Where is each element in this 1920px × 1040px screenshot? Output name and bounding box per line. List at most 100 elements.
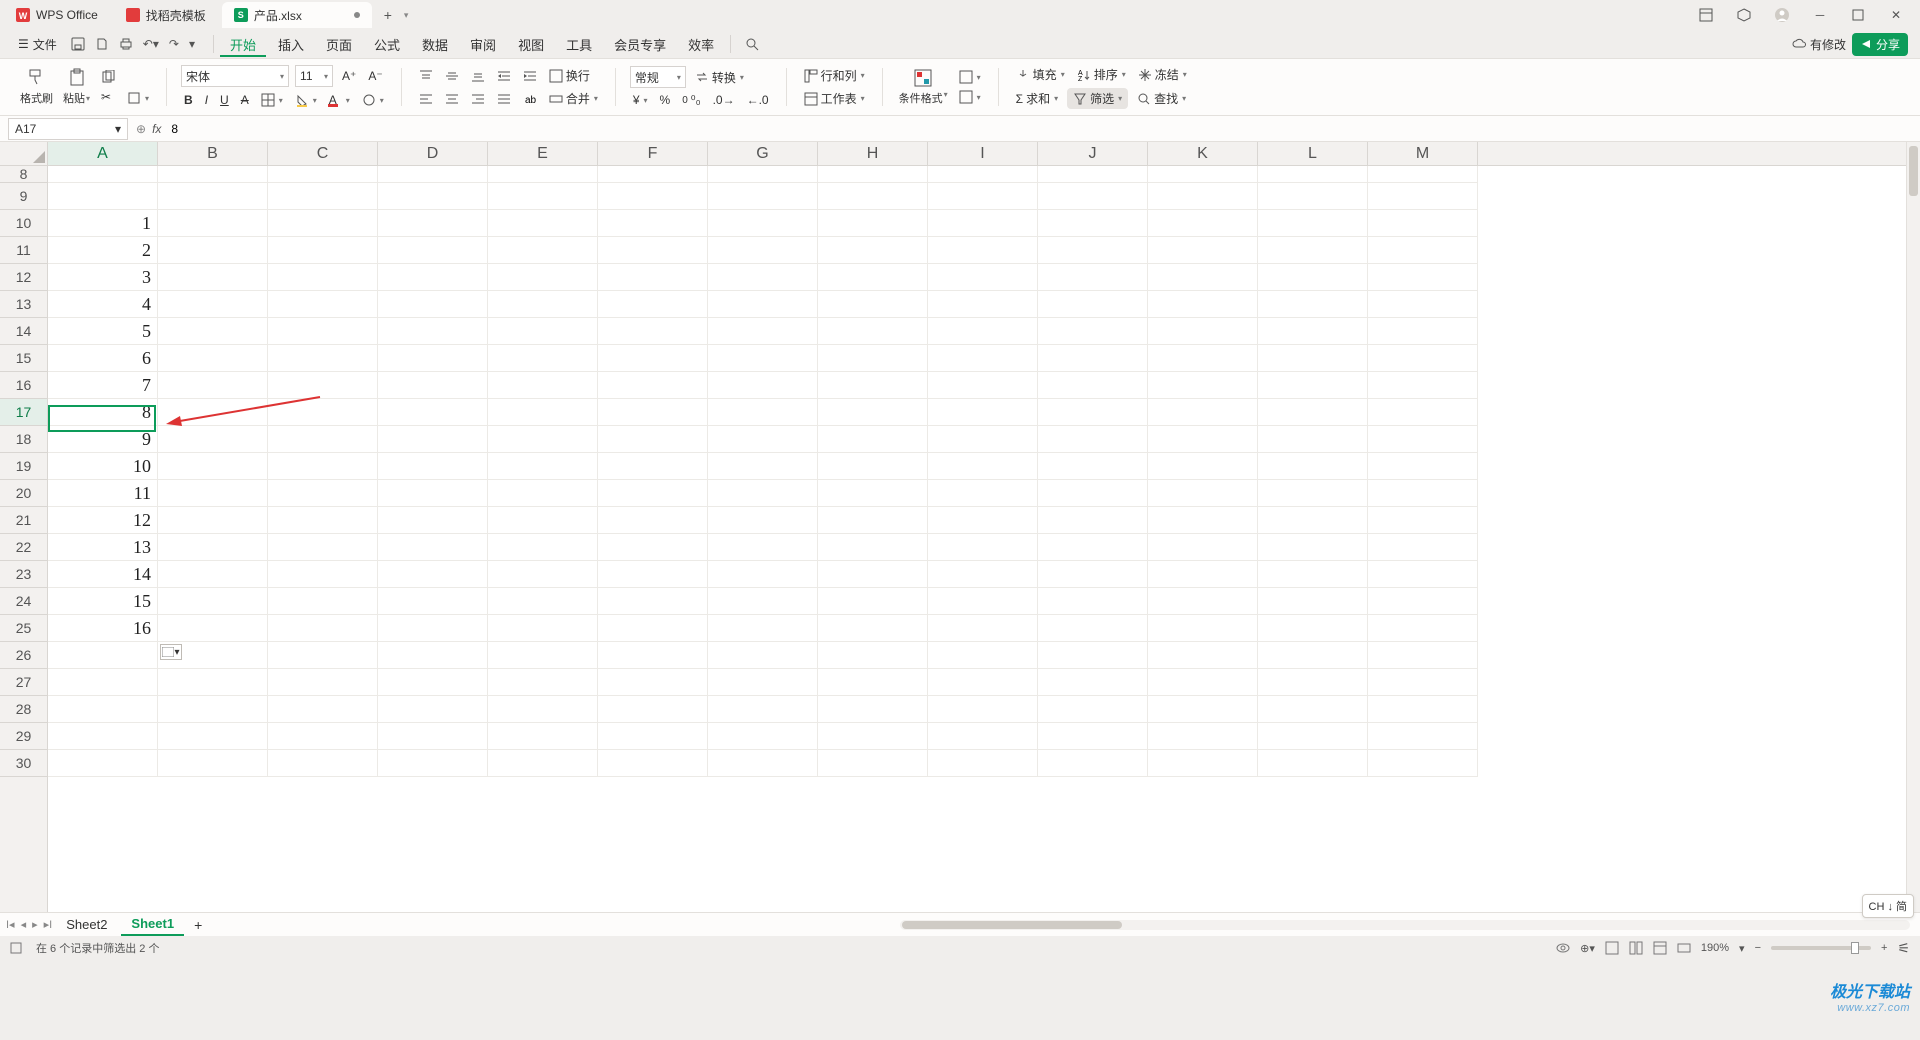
cell-F9[interactable] — [598, 183, 708, 210]
cell-L27[interactable] — [1258, 669, 1368, 696]
cell-I22[interactable] — [928, 534, 1038, 561]
cell-E26[interactable] — [488, 642, 598, 669]
close-button[interactable]: ✕ — [1884, 3, 1908, 27]
menu-view[interactable]: 视图 — [508, 32, 554, 57]
cell-D20[interactable] — [378, 480, 488, 507]
bold-button[interactable]: B — [181, 92, 196, 108]
cell-E14[interactable] — [488, 318, 598, 345]
number-format-select[interactable]: 常规▾ — [630, 66, 686, 88]
name-box[interactable]: A17 ▾ — [8, 118, 128, 140]
cell-I15[interactable] — [928, 345, 1038, 372]
cut-button[interactable]: ✂ — [98, 89, 118, 105]
cell-M19[interactable] — [1368, 453, 1478, 480]
cell-G12[interactable] — [708, 264, 818, 291]
cell-A28[interactable] — [48, 696, 158, 723]
cell-H27[interactable] — [818, 669, 928, 696]
fill-button[interactable]: 填充▾ — [1013, 65, 1068, 84]
redo-icon[interactable]: ↷ — [169, 37, 179, 51]
grid[interactable]: 12345678910111213141516 — [48, 166, 1906, 912]
cell-I10[interactable] — [928, 210, 1038, 237]
align-left-button[interactable] — [416, 91, 436, 107]
row-header-29[interactable]: 29 — [0, 723, 47, 750]
cell-D15[interactable] — [378, 345, 488, 372]
menu-file[interactable]: ☰ 文件 — [12, 34, 63, 55]
cell-D12[interactable] — [378, 264, 488, 291]
font-name-select[interactable]: 宋体▾ — [181, 65, 289, 87]
border-button[interactable]: ▾ — [258, 92, 286, 108]
conditional-format-button[interactable]: 条件格式▾ — [897, 68, 950, 106]
cell-G29[interactable] — [708, 723, 818, 750]
cell-E21[interactable] — [488, 507, 598, 534]
cell-J18[interactable] — [1038, 426, 1148, 453]
col-header-L[interactable]: L — [1258, 142, 1368, 165]
cube-icon[interactable] — [1732, 3, 1756, 27]
print-preview-icon[interactable] — [95, 37, 109, 51]
cell-A26[interactable] — [48, 642, 158, 669]
sheet-nav-first[interactable]: I◂ — [6, 918, 15, 931]
cloud-status[interactable]: 有修改 — [1792, 36, 1846, 53]
cell-B22[interactable] — [158, 534, 268, 561]
new-tab-button[interactable]: + — [376, 3, 400, 27]
cell-A13[interactable]: 4 — [48, 291, 158, 318]
cell-H23[interactable] — [818, 561, 928, 588]
cell-I26[interactable] — [928, 642, 1038, 669]
cell-D28[interactable] — [378, 696, 488, 723]
cell-H18[interactable] — [818, 426, 928, 453]
cell-E24[interactable] — [488, 588, 598, 615]
cell-J29[interactable] — [1038, 723, 1148, 750]
orientation-button[interactable]: ab — [520, 91, 540, 107]
cell-D23[interactable] — [378, 561, 488, 588]
cell-D11[interactable] — [378, 237, 488, 264]
worksheet-button[interactable]: 工作表▾ — [801, 89, 868, 108]
cell-C26[interactable] — [268, 642, 378, 669]
cell-F10[interactable] — [598, 210, 708, 237]
cell-E9[interactable] — [488, 183, 598, 210]
cell-A21[interactable]: 12 — [48, 507, 158, 534]
cell-I12[interactable] — [928, 264, 1038, 291]
cell-M23[interactable] — [1368, 561, 1478, 588]
cell-L25[interactable] — [1258, 615, 1368, 642]
cell-K17[interactable] — [1148, 399, 1258, 426]
cell-L23[interactable] — [1258, 561, 1368, 588]
cell-K20[interactable] — [1148, 480, 1258, 507]
cell-J13[interactable] — [1038, 291, 1148, 318]
cell-I25[interactable] — [928, 615, 1038, 642]
cell-C15[interactable] — [268, 345, 378, 372]
view-normal-icon[interactable] — [1605, 941, 1619, 955]
align-bottom-button[interactable] — [468, 68, 488, 84]
cell-I30[interactable] — [928, 750, 1038, 777]
cell-I19[interactable] — [928, 453, 1038, 480]
undo-icon[interactable]: ↶▾ — [143, 37, 159, 51]
cell-C24[interactable] — [268, 588, 378, 615]
cell-J8[interactable] — [1038, 166, 1148, 183]
cell-G10[interactable] — [708, 210, 818, 237]
sheet-tab-sheet2[interactable]: Sheet2 — [56, 914, 117, 935]
cell-J14[interactable] — [1038, 318, 1148, 345]
freeze-button[interactable]: 冻结▾ — [1135, 65, 1190, 84]
cell-I9[interactable] — [928, 183, 1038, 210]
convert-button[interactable]: 转换▾ — [692, 68, 747, 87]
cell-D25[interactable] — [378, 615, 488, 642]
decrease-font-button[interactable]: A⁻ — [365, 68, 385, 84]
row-header-28[interactable]: 28 — [0, 696, 47, 723]
cell-G16[interactable] — [708, 372, 818, 399]
cell-H30[interactable] — [818, 750, 928, 777]
cell-M29[interactable] — [1368, 723, 1478, 750]
cell-L24[interactable] — [1258, 588, 1368, 615]
cell-C17[interactable] — [268, 399, 378, 426]
fill-color-button[interactable]: ▾ — [292, 92, 320, 108]
cell-G25[interactable] — [708, 615, 818, 642]
cell-E18[interactable] — [488, 426, 598, 453]
cell-F21[interactable] — [598, 507, 708, 534]
add-sheet-button[interactable]: + — [188, 917, 208, 933]
cell-J9[interactable] — [1038, 183, 1148, 210]
cell-F26[interactable] — [598, 642, 708, 669]
cell-L29[interactable] — [1258, 723, 1368, 750]
menu-page[interactable]: 页面 — [316, 32, 362, 57]
cell-J11[interactable] — [1038, 237, 1148, 264]
cell-I23[interactable] — [928, 561, 1038, 588]
cell-K12[interactable] — [1148, 264, 1258, 291]
cell-B11[interactable] — [158, 237, 268, 264]
cell-K24[interactable] — [1148, 588, 1258, 615]
cell-D17[interactable] — [378, 399, 488, 426]
